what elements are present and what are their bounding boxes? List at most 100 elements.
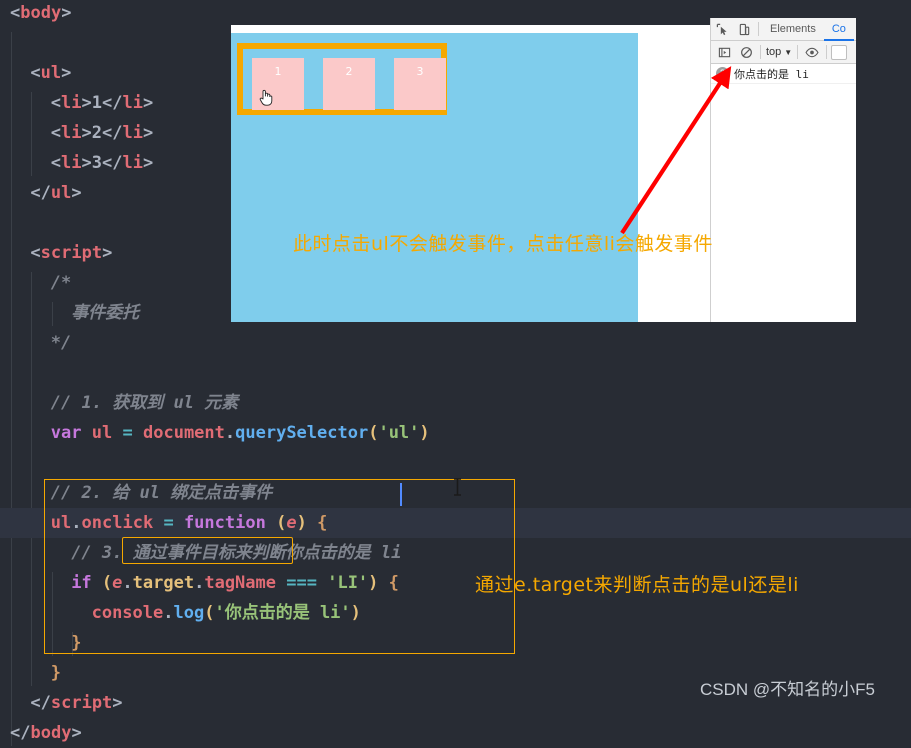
console-message-text: 你点击的是 li	[734, 67, 809, 81]
code-token: // 3. 通过事件目标来判断你点击的是 li	[71, 543, 402, 563]
code-line[interactable]: // 1. 获取到 ul 元素	[0, 388, 238, 418]
code-token: >	[112, 693, 123, 713]
console-filter-input[interactable]	[831, 44, 848, 60]
code-token: =	[122, 423, 133, 443]
code-line[interactable]: <body>	[0, 0, 71, 28]
message-count-badge: 3	[716, 67, 729, 80]
code-token: function	[183, 513, 266, 533]
code-line[interactable]: console.log('你点击的是 li')	[0, 598, 361, 628]
code-line[interactable]: </body>	[0, 718, 82, 748]
code-token: >	[143, 93, 154, 113]
code-token: script	[50, 693, 113, 713]
code-token: li	[122, 123, 143, 143]
code-token: ul	[50, 513, 72, 533]
code-token: onclick	[81, 513, 154, 533]
code-line[interactable]	[0, 208, 20, 238]
code-token: console	[91, 603, 164, 623]
code-token: body	[20, 3, 62, 23]
code-line[interactable]: /*	[0, 268, 71, 298]
code-token: >	[81, 93, 92, 113]
code-token: >	[81, 153, 92, 173]
code-token: </	[10, 723, 31, 743]
code-token: </	[102, 93, 123, 113]
code-token: li	[122, 153, 143, 173]
clear-console-icon[interactable]	[735, 41, 757, 63]
code-line[interactable]: </script>	[0, 688, 123, 718]
text-caret	[400, 483, 402, 506]
code-token: >	[61, 63, 72, 83]
code-line[interactable]: ul.onclick = function (e) {	[0, 508, 911, 538]
code-line[interactable]	[0, 358, 20, 388]
code-token: ul	[50, 183, 72, 203]
console-context-selector[interactable]: top ▼	[764, 46, 794, 58]
code-token: {	[388, 573, 399, 593]
code-token: target	[132, 573, 195, 593]
code-token: 1	[91, 93, 103, 113]
code-line[interactable]: }	[0, 628, 81, 658]
code-token: >	[143, 153, 154, 173]
code-token: .	[194, 573, 205, 593]
preview-li-item-2[interactable]: 2	[323, 58, 375, 110]
console-sidebar-icon[interactable]	[713, 41, 735, 63]
code-token: ===	[286, 573, 317, 593]
code-line[interactable]: <script>	[0, 238, 112, 268]
devtools-tabbar[interactable]: Elements Co	[711, 18, 856, 41]
console-output[interactable]: 3 你点击的是 li	[711, 64, 856, 321]
toolbar-divider-2	[797, 45, 799, 59]
preview-li-item-3[interactable]: 3	[394, 58, 446, 110]
toolbar-divider-1	[760, 45, 761, 59]
code-token: (	[276, 513, 287, 533]
code-line[interactable]: 事件委托	[0, 298, 139, 328]
devtools-panel[interactable]: Elements Co top ▼ 3 你点击的是 li	[710, 18, 856, 322]
code-line[interactable]: <li>1</li>	[0, 88, 153, 118]
code-token: document	[143, 423, 225, 443]
preview-li-item-1[interactable]: 1	[252, 58, 304, 110]
code-line[interactable]: var ul = document.querySelector('ul')	[0, 418, 430, 448]
code-line[interactable]: </ul>	[0, 178, 82, 208]
ibeam-mouse-cursor	[454, 478, 461, 496]
code-line[interactable]: <li>3</li>	[0, 148, 153, 178]
code-token: .	[224, 423, 236, 443]
code-token: }	[71, 633, 82, 653]
code-token: >	[143, 123, 154, 143]
code-token: >	[71, 183, 82, 203]
code-token: li	[61, 123, 82, 143]
code-token: '你点击的是 li'	[214, 603, 351, 623]
tab-elements[interactable]: Elements	[762, 18, 824, 41]
code-line[interactable]: // 2. 给 ul 绑定点击事件	[0, 478, 272, 508]
code-token: 'LI'	[327, 573, 369, 593]
console-toolbar[interactable]: top ▼	[711, 41, 856, 64]
code-token: script	[40, 243, 103, 263]
live-expression-eye-icon[interactable]	[801, 41, 823, 63]
code-token: e	[112, 573, 123, 593]
code-line[interactable]	[0, 28, 20, 58]
code-token: <	[50, 123, 62, 143]
preview-ul-element[interactable]: 1 2 3	[237, 43, 447, 115]
code-token: // 1. 获取到 ul 元素	[50, 393, 239, 413]
code-line[interactable]: */	[0, 328, 71, 358]
inspect-element-icon[interactable]	[711, 18, 733, 40]
code-token: (	[204, 603, 215, 623]
code-line[interactable]	[0, 448, 20, 478]
code-token: </	[30, 183, 51, 203]
code-line[interactable]: <ul>	[0, 58, 71, 88]
device-toolbar-icon[interactable]	[733, 18, 755, 40]
code-line[interactable]: // 3. 通过事件目标来判断你点击的是 li	[0, 538, 401, 568]
code-token: 事件委托	[71, 303, 140, 323]
code-token: >	[81, 123, 92, 143]
tab-console[interactable]: Co	[824, 18, 854, 41]
tabbar-divider	[758, 22, 759, 36]
code-token: )	[419, 423, 430, 443]
code-token: >	[102, 243, 113, 263]
code-line[interactable]: }	[0, 658, 61, 688]
console-message-row[interactable]: 3 你点击的是 li	[711, 64, 856, 84]
code-line[interactable]: if (e.target.tagName === 'LI') {	[0, 568, 399, 598]
code-line[interactable]: <li>2</li>	[0, 118, 153, 148]
code-token: var	[50, 423, 82, 443]
code-token: )	[350, 603, 361, 623]
